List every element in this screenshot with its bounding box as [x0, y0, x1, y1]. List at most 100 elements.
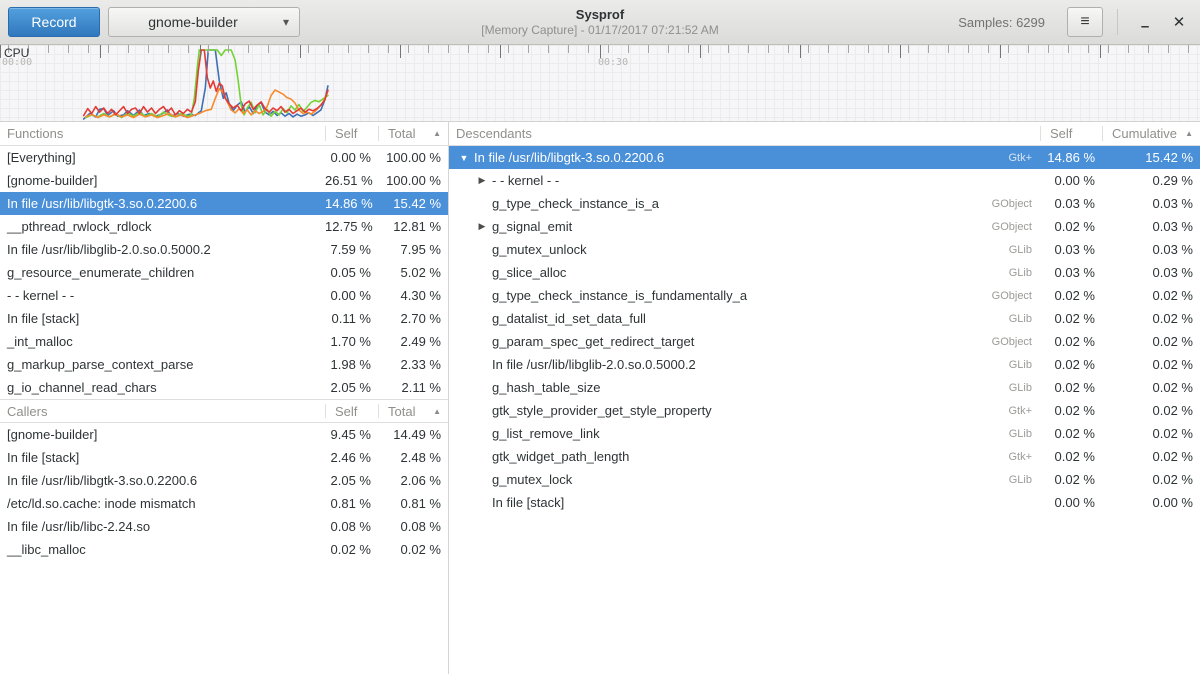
table-row[interactable]: g_datalist_id_set_data_full GLib 0.02 % … [449, 307, 1200, 330]
self-value: 0.00 % [325, 150, 378, 165]
target-process-label: gnome-builder [148, 14, 238, 30]
table-row[interactable]: __pthread_rwlock_rdlock 12.75 % 12.81 % [0, 215, 448, 238]
total-value: 7.95 % [378, 242, 448, 257]
column-header-self[interactable]: Self [1040, 122, 1102, 145]
table-row[interactable]: In file /usr/lib/libc-2.24.so 0.08 % 0.0… [0, 515, 448, 538]
self-value: 0.02 % [1040, 219, 1102, 234]
total-value: 2.06 % [378, 473, 448, 488]
cumulative-value: 0.02 % [1102, 403, 1200, 418]
column-header-functions[interactable]: Functions [0, 122, 325, 145]
table-row[interactable]: In file /usr/lib/libglib-2.0.so.0.5000.2… [0, 238, 448, 261]
column-header-total[interactable]: Total ▲ [378, 122, 448, 145]
self-value: 0.02 % [1040, 380, 1102, 395]
table-row[interactable]: [gnome-builder] 9.45 % 14.49 % [0, 423, 448, 446]
total-value: 0.08 % [378, 519, 448, 534]
expander-icon[interactable]: ▶ [475, 175, 489, 186]
function-name: gtk_style_provider_get_style_property [492, 403, 712, 418]
table-row[interactable]: g_hash_table_size GLib 0.02 % 0.02 % [449, 376, 1200, 399]
self-value: 2.05 % [325, 380, 378, 395]
library-tag: GObject [992, 198, 1040, 210]
cumulative-value: 0.00 % [1102, 495, 1200, 510]
minimize-button[interactable]: – [1132, 7, 1158, 37]
table-row[interactable]: _int_malloc 1.70 % 2.49 % [0, 330, 448, 353]
table-row[interactable]: In file [stack] 0.00 % 0.00 % [449, 491, 1200, 514]
sort-arrow-icon: ▲ [433, 129, 441, 138]
table-row[interactable]: __libc_malloc 0.02 % 0.02 % [0, 538, 448, 561]
table-row[interactable]: In file [stack] 0.11 % 2.70 % [0, 307, 448, 330]
hamburger-icon: ≡ [1080, 13, 1089, 31]
table-row[interactable]: g_type_check_instance_is_fundamentally_a… [449, 284, 1200, 307]
table-row[interactable]: g_type_check_instance_is_a GObject 0.03 … [449, 192, 1200, 215]
library-tag: Gtk+ [1008, 405, 1040, 417]
self-value: 0.02 % [1040, 357, 1102, 372]
library-tag: Gtk+ [1008, 152, 1040, 164]
self-value: 0.81 % [325, 496, 378, 511]
function-name: g_param_spec_get_redirect_target [492, 334, 694, 349]
target-process-dropdown[interactable]: gnome-builder ▾ [108, 7, 300, 37]
total-value: 2.11 % [378, 380, 448, 395]
total-value: 5.02 % [378, 265, 448, 280]
total-value: 15.42 % [378, 196, 448, 211]
function-name: g_mutex_lock [492, 472, 572, 487]
column-header-total[interactable]: Total ▲ [378, 400, 448, 422]
expander-icon[interactable]: ▼ [457, 153, 471, 163]
self-value: 0.05 % [325, 265, 378, 280]
table-row[interactable]: g_mutex_lock GLib 0.02 % 0.02 % [449, 468, 1200, 491]
table-row[interactable]: gtk_style_provider_get_style_property Gt… [449, 399, 1200, 422]
total-value: 0.02 % [378, 542, 448, 557]
table-row[interactable]: /etc/ld.so.cache: inode mismatch 0.81 % … [0, 492, 448, 515]
window-titles: Sysprof [Memory Capture] - 01/17/2017 07… [481, 7, 718, 38]
table-row[interactable]: In file /usr/lib/libgtk-3.so.0.2200.6 14… [0, 192, 448, 215]
library-tag: GObject [992, 221, 1040, 233]
table-row[interactable]: In file [stack] 2.46 % 2.48 % [0, 446, 448, 469]
self-value: 0.02 % [1040, 403, 1102, 418]
table-row[interactable]: In file /usr/lib/libglib-2.0.so.0.5000.2… [449, 353, 1200, 376]
column-header-cumulative[interactable]: Cumulative ▲ [1102, 122, 1200, 145]
close-button[interactable]: ✕ [1166, 7, 1192, 37]
column-header-callers[interactable]: Callers [0, 400, 325, 422]
library-tag: GObject [992, 336, 1040, 348]
expander-icon[interactable]: ▶ [475, 221, 489, 232]
self-value: 1.70 % [325, 334, 378, 349]
column-header-self[interactable]: Self [325, 122, 378, 145]
table-row[interactable]: g_mutex_unlock GLib 0.03 % 0.03 % [449, 238, 1200, 261]
time-label-mid: 00:30 [598, 57, 628, 68]
cumulative-value: 0.02 % [1102, 426, 1200, 441]
sort-arrow-icon: ▲ [433, 407, 441, 416]
table-row[interactable]: g_markup_parse_context_parse 1.98 % 2.33… [0, 353, 448, 376]
menu-button[interactable]: ≡ [1067, 7, 1103, 37]
library-tag: GLib [1009, 474, 1040, 486]
function-name: g_mutex_unlock [492, 242, 587, 257]
self-value: 0.11 % [325, 311, 378, 326]
library-tag: Gtk+ [1008, 451, 1040, 463]
cpu-graph[interactable]: CPU 00:00 00:30 [0, 45, 1200, 122]
self-value: 0.02 % [1040, 334, 1102, 349]
table-row[interactable]: g_list_remove_link GLib 0.02 % 0.02 % [449, 422, 1200, 445]
self-value: 14.86 % [325, 196, 378, 211]
column-header-descendants[interactable]: Descendants [449, 122, 1040, 145]
table-row[interactable]: - - kernel - - 0.00 % 4.30 % [0, 284, 448, 307]
library-tag: GObject [992, 290, 1040, 302]
table-row[interactable]: In file /usr/lib/libgtk-3.so.0.2200.6 2.… [0, 469, 448, 492]
total-value: 100.00 % [378, 173, 448, 188]
table-row[interactable]: ▶ g_signal_emit GObject 0.02 % 0.03 % [449, 215, 1200, 238]
table-row[interactable]: g_resource_enumerate_children 0.05 % 5.0… [0, 261, 448, 284]
table-row[interactable]: ▶ - - kernel - - 0.00 % 0.29 % [449, 169, 1200, 192]
function-name: g_datalist_id_set_data_full [492, 311, 646, 326]
app-title: Sysprof [481, 7, 718, 23]
table-row[interactable]: [gnome-builder] 26.51 % 100.00 % [0, 169, 448, 192]
table-row[interactable]: g_io_channel_read_chars 2.05 % 2.11 % [0, 376, 448, 399]
table-row[interactable]: gtk_widget_path_length Gtk+ 0.02 % 0.02 … [449, 445, 1200, 468]
table-row[interactable]: g_param_spec_get_redirect_target GObject… [449, 330, 1200, 353]
main-area: Functions Self Total ▲ [Everything] 0.00… [0, 122, 1200, 674]
table-row[interactable]: [Everything] 0.00 % 100.00 % [0, 146, 448, 169]
total-value: 0.81 % [378, 496, 448, 511]
function-name: g_type_check_instance_is_fundamentally_a [492, 288, 747, 303]
table-row[interactable]: ▼ In file /usr/lib/libgtk-3.so.0.2200.6 … [449, 146, 1200, 169]
self-value: 0.03 % [1040, 242, 1102, 257]
column-header-self[interactable]: Self [325, 400, 378, 422]
library-tag: GLib [1009, 359, 1040, 371]
table-row[interactable]: g_slice_alloc GLib 0.03 % 0.03 % [449, 261, 1200, 284]
record-button[interactable]: Record [8, 7, 100, 37]
functions-table-header: Functions Self Total ▲ [0, 122, 448, 146]
